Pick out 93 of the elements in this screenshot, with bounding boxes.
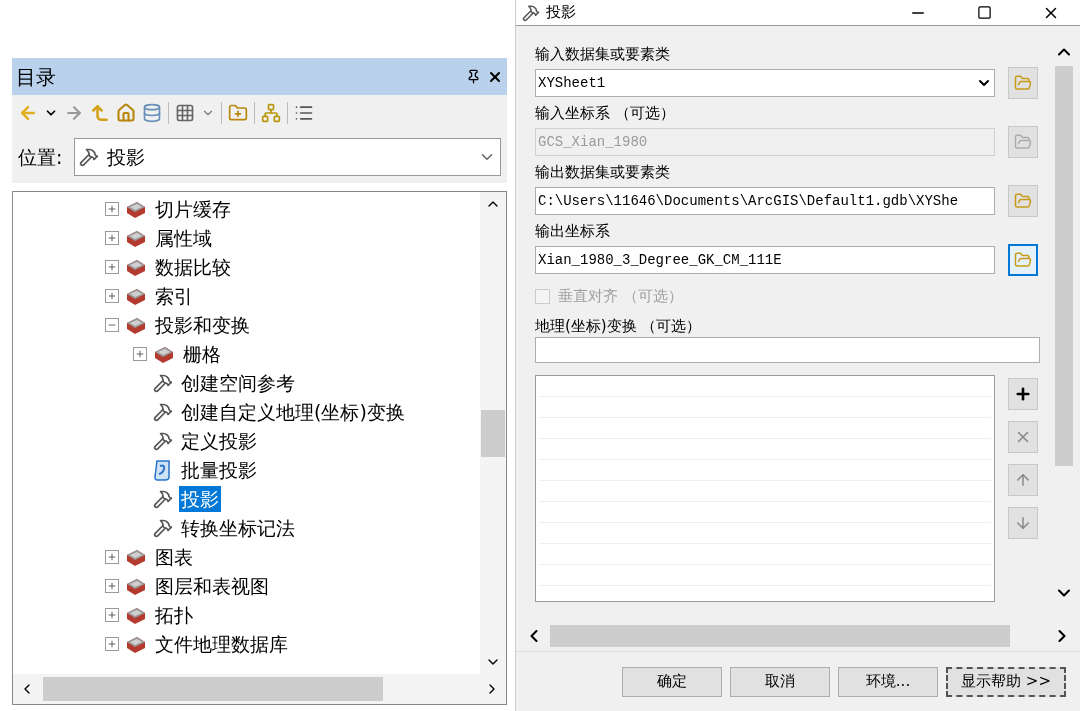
tree-item[interactable]: 栅格 (181, 340, 223, 367)
tree-item[interactable]: 拓扑 (153, 601, 195, 628)
field-value: C:\Users\11646\Documents\ArcGIS\Default1.gdb\XYShe (538, 191, 960, 211)
tree-item[interactable]: 属性域 (153, 224, 214, 251)
plus-icon (107, 609, 117, 620)
folder-icon (1014, 192, 1032, 210)
location-value: 投影 (107, 144, 147, 170)
expand-toggle[interactable] (105, 607, 119, 622)
browse-button[interactable] (1008, 185, 1038, 217)
grid-view-icon[interactable] (175, 103, 195, 123)
scroll-thumb[interactable] (481, 409, 505, 457)
hammer-icon (153, 430, 173, 451)
script-icon (153, 458, 173, 481)
hammer-icon (79, 147, 100, 167)
tree-item[interactable]: 投影和变换 (153, 311, 252, 338)
checkbox-label: 垂直对齐 （可选） (558, 286, 683, 308)
tree-item[interactable]: 切片缓存 (153, 195, 233, 222)
folder-icon (1014, 74, 1032, 92)
tree-item[interactable]: 图层和表视图 (153, 572, 271, 599)
scroll-thumb[interactable] (550, 625, 1010, 647)
expand-toggle[interactable] (105, 201, 119, 216)
dialog-title: 投影 (546, 2, 577, 24)
add-button[interactable] (1008, 378, 1038, 410)
plus-icon (107, 203, 117, 214)
hammer-icon (153, 488, 173, 509)
hammer-icon (153, 401, 173, 422)
dialog-button[interactable]: 确定 (622, 666, 722, 697)
location-label: 位置: (18, 144, 63, 170)
transform-field[interactable] (535, 337, 1040, 363)
folder-icon (1014, 133, 1032, 151)
plus-icon (107, 551, 117, 562)
field-label: 地理(坐标)变换 （可选） (535, 316, 703, 337)
expand-toggle[interactable] (105, 259, 119, 274)
expand-toggle[interactable] (105, 288, 119, 303)
field-value: GCS_Xian_1980 (538, 132, 649, 152)
hammer-icon (522, 3, 540, 22)
browse-button[interactable] (1008, 67, 1038, 99)
plus-icon (107, 261, 117, 272)
plus-icon (107, 580, 117, 591)
tree-item[interactable]: 创建空间参考 (179, 369, 297, 396)
plus-icon (1014, 385, 1032, 403)
tree-view-icon[interactable] (261, 103, 281, 123)
text-field[interactable]: Xian_1980_3_Degree_GK_CM_111E (535, 246, 995, 274)
folder-plus-icon[interactable] (228, 103, 248, 123)
expand-toggle[interactable] (105, 636, 119, 651)
tree-item[interactable]: 图表 (153, 543, 195, 570)
tree-item[interactable]: 转换坐标记法 (179, 514, 297, 541)
horizontal-scrollbar[interactable] (13, 674, 506, 704)
field-label: 输入坐标系 （可选） (535, 103, 676, 123)
arrow-down-icon (1014, 514, 1032, 532)
vertical-scrollbar[interactable] (480, 192, 506, 674)
field-label: 输入数据集或要素类 (535, 44, 671, 64)
plus-icon (107, 232, 117, 243)
plus-icon (107, 638, 117, 649)
tree-item[interactable]: 索引 (153, 282, 195, 309)
field-value: XYSheet1 (538, 73, 607, 93)
dialog-button[interactable]: 显示帮助 >> (946, 666, 1066, 697)
plus-icon (107, 290, 117, 301)
hammer-icon (153, 517, 173, 538)
scroll-thumb[interactable] (43, 677, 383, 701)
tree-item[interactable]: 文件地理数据库 (153, 630, 290, 657)
hammer-icon (153, 372, 173, 393)
text-field[interactable]: C:\Users\11646\Documents\ArcGIS\Default1.gdb\XYShe (535, 187, 995, 215)
plus-icon (135, 348, 145, 359)
field-label: 输出数据集或要素类 (535, 162, 671, 182)
tree-item[interactable]: 批量投影 (179, 456, 259, 483)
expand-toggle[interactable] (105, 549, 119, 564)
expand-toggle[interactable] (133, 346, 147, 361)
database-icon[interactable] (142, 103, 162, 123)
expand-toggle[interactable] (105, 578, 119, 593)
pin-icon[interactable] (466, 69, 481, 84)
back-icon[interactable] (18, 103, 38, 123)
dialog-button[interactable]: 环境... (838, 666, 938, 697)
dialog-button[interactable]: 取消 (730, 666, 830, 697)
expand-toggle[interactable] (105, 230, 119, 245)
location-dropdown[interactable]: 投影 (74, 138, 501, 176)
tree-item[interactable]: 定义投影 (179, 427, 259, 454)
folder-icon (1014, 251, 1032, 269)
maximize-icon[interactable] (977, 5, 992, 20)
browse-button[interactable] (1008, 244, 1038, 276)
tree-item[interactable]: 创建自定义地理(坐标)变换 (179, 398, 407, 425)
up-level-icon[interactable] (90, 103, 110, 123)
forward-icon[interactable] (64, 103, 84, 123)
scroll-thumb[interactable] (1055, 66, 1073, 466)
dropdown-field[interactable]: XYSheet1 (535, 69, 995, 97)
field-value: Xian_1980_3_Degree_GK_CM_111E (538, 250, 783, 270)
panel-title: 目录 (16, 63, 57, 91)
field-label: 输出坐标系 (535, 221, 611, 241)
list-view-icon[interactable] (294, 103, 314, 123)
home-icon[interactable] (116, 103, 136, 123)
collapse-toggle[interactable] (105, 317, 119, 332)
tree-item[interactable]: 数据比较 (153, 253, 233, 280)
tree-item[interactable]: 投影 (179, 485, 221, 512)
